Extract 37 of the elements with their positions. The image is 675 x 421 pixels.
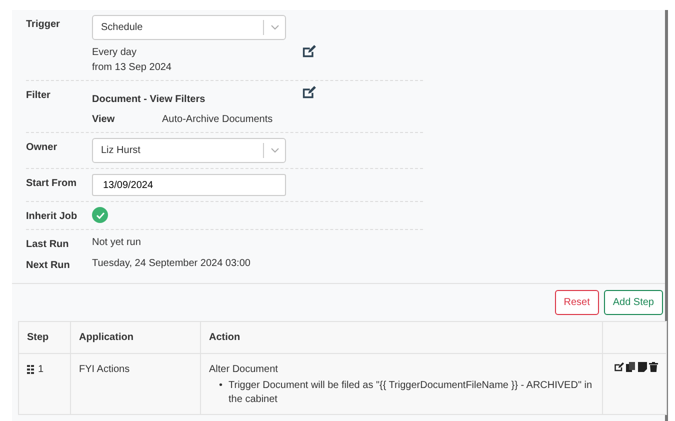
field-label: Next Run <box>26 259 71 273</box>
field-label: Start From <box>26 177 78 191</box>
column-header: Action <box>200 322 602 354</box>
filter-title: Document - View Filters <box>92 93 206 107</box>
schedule-text: from 13 Sep 2024 <box>92 61 172 75</box>
field-label: Trigger <box>26 18 61 32</box>
column-header: Step <box>18 322 70 354</box>
value-text: Not yet run <box>92 237 141 248</box>
schedule-text: Every day <box>92 46 138 60</box>
action-title: Alter Document <box>209 363 279 377</box>
chevron-down-icon <box>270 25 278 30</box>
bullet-text: • <box>219 379 223 393</box>
add-step-button[interactable]: Add Step <box>604 290 663 315</box>
trash-icon[interactable] <box>649 362 658 372</box>
edit-icon[interactable] <box>302 45 316 58</box>
action-detail: Trigger Document will be filed as "{{ TriggerDocumentFileName }} - ARCHIVED" in the cabinet <box>228 379 594 406</box>
copy-icon[interactable] <box>626 362 635 372</box>
field-label: Owner <box>26 141 58 155</box>
edit-icon[interactable] <box>302 86 316 99</box>
view-value: Auto-Archive Documents <box>162 113 273 127</box>
column-header: Application <box>70 322 200 354</box>
drag-handle-icon[interactable] <box>27 364 34 374</box>
table-cell: FYI Actions <box>79 364 130 375</box>
reset-button[interactable]: Reset <box>554 290 599 315</box>
chevron-down-icon <box>270 148 278 153</box>
check-icon[interactable] <box>92 207 108 223</box>
field-label: Filter <box>26 89 52 103</box>
date-field[interactable]: 13/09/2024 <box>92 174 286 196</box>
trigger-select[interactable]: Schedule <box>92 15 286 40</box>
view-label: View <box>92 113 116 127</box>
owner-select[interactable]: Liz Hurst <box>92 138 286 163</box>
note-icon[interactable] <box>638 362 646 372</box>
field-label: Inherit Job <box>26 210 78 224</box>
edit-icon[interactable] <box>614 362 624 372</box>
value-text: Tuesday, 24 September 2024 03:00 <box>92 258 250 269</box>
field-label: Last Run <box>26 238 70 252</box>
step-cell: 1 <box>27 364 44 375</box>
